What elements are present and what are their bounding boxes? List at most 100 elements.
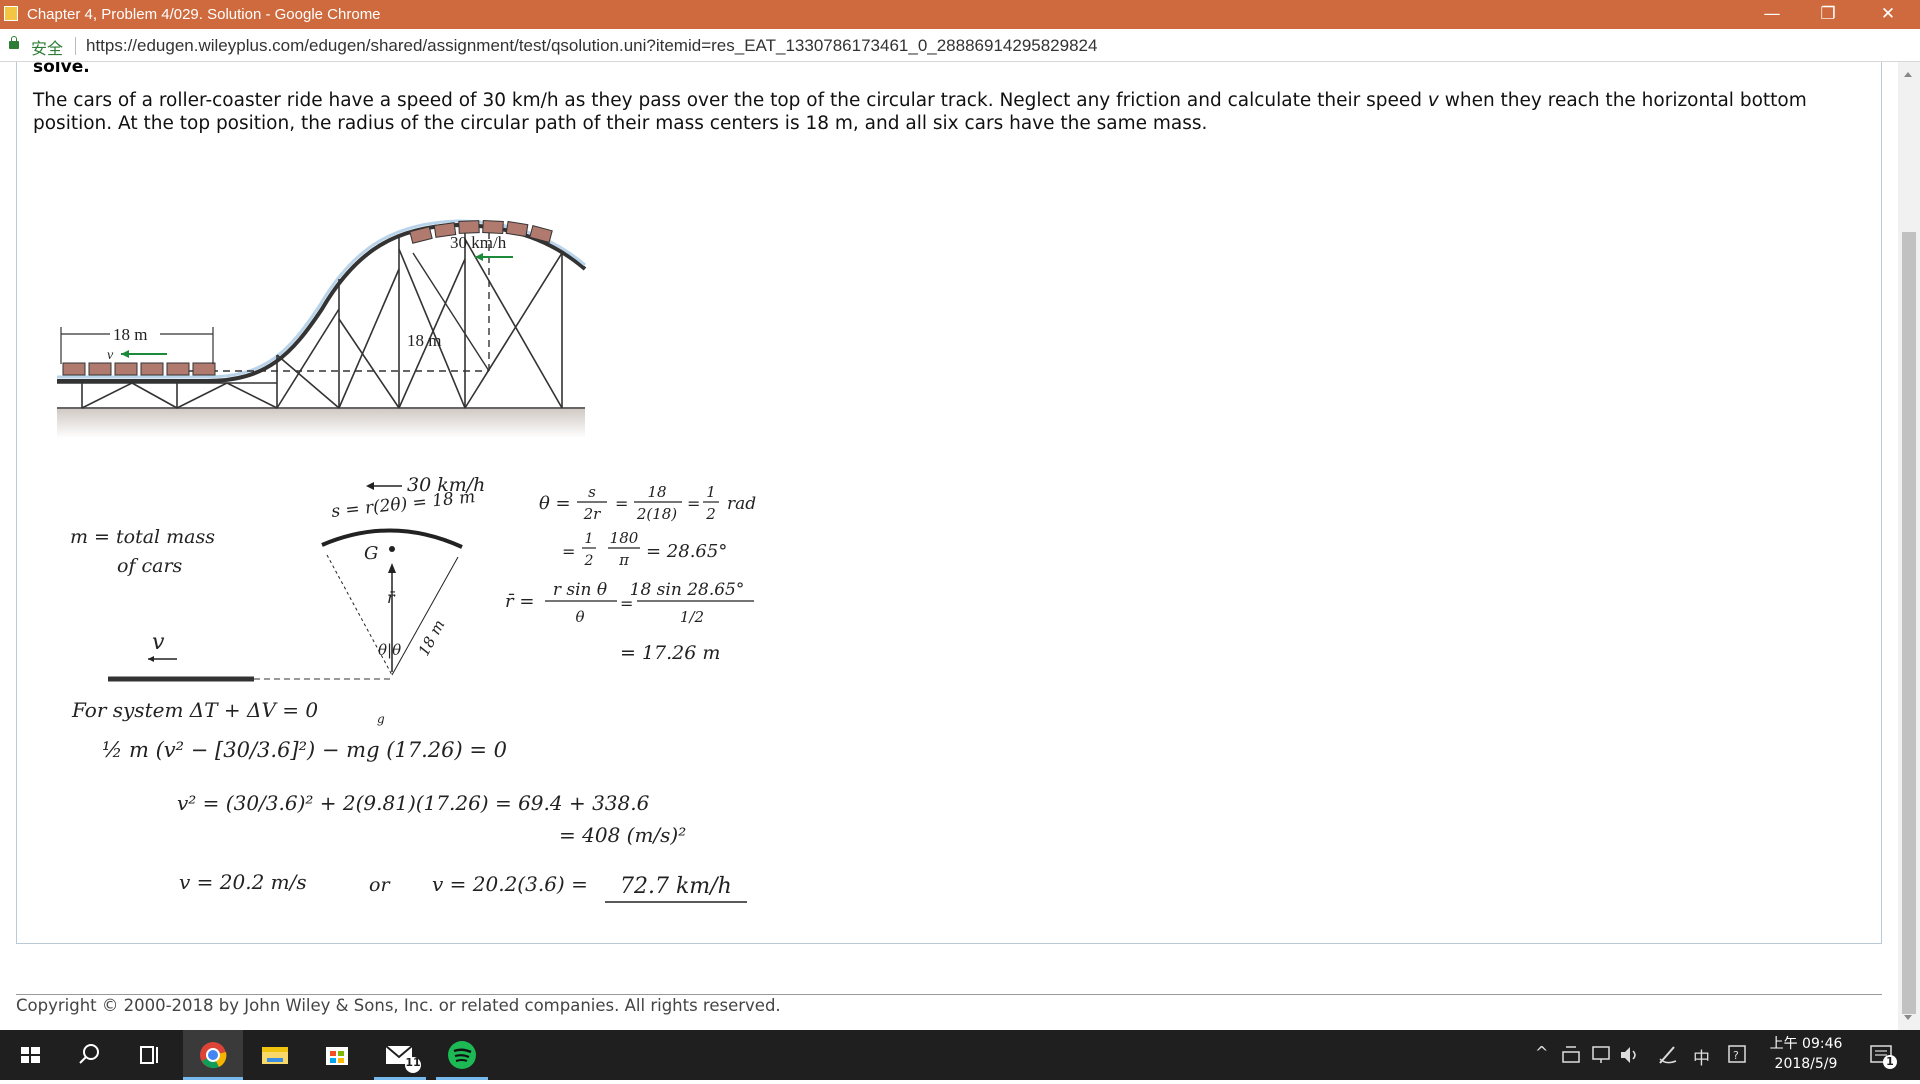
energy-equation: ½ m (v² − [30/3.6]²) − mg (17.26) = 0 [102, 738, 507, 762]
mass-definition-2: of cars [117, 555, 183, 577]
rbar2-num: 18 sin 28.65° [630, 580, 745, 600]
frac1-den: 2r [583, 505, 602, 523]
solution-panel: solve. The cars of a roller-coaster ride… [16, 62, 1882, 944]
problem-heading: solve. [33, 62, 90, 77]
scroll-up-icon[interactable] [1904, 72, 1912, 77]
rad-unit: rad [727, 494, 756, 514]
store-button[interactable] [307, 1030, 367, 1080]
store-icon [326, 1047, 348, 1065]
arc-length-eq: s = r(2θ) = 18 m [330, 487, 476, 522]
radius-label: 18 m [407, 331, 441, 350]
network-icon[interactable] [1560, 1043, 1584, 1067]
frac3-den: 2 [705, 505, 716, 523]
theta2-f1-num: 1 [585, 531, 594, 547]
keyboard-icon[interactable]: ? [1727, 1044, 1749, 1066]
problem-text-1: The cars of a roller-coaster ride have a… [33, 90, 1428, 111]
bottom-cars [62, 362, 216, 376]
speed-v-label: v [107, 348, 114, 363]
copyright-footer: Copyright © 2000-2018 by John Wiley & So… [16, 996, 781, 1015]
folder-icon [262, 1047, 288, 1064]
file-explorer-button[interactable] [245, 1030, 305, 1080]
final-answer: 72.7 km/h [620, 874, 732, 899]
clock-time: 上午 09:46 [1769, 1036, 1843, 1052]
vertical-scrollbar[interactable] [1898, 62, 1920, 1030]
side-radius-label: 18 m [415, 617, 449, 659]
arc [321, 528, 463, 549]
problem-statement: The cars of a roller-coaster ride have a… [33, 89, 1873, 135]
v-squared-equation: v² = (30/3.6)² + 2(9.81)(17.26) = 69.4 +… [177, 791, 650, 815]
theta-eq2: = [615, 494, 628, 513]
page-content: solve. The cars of a roller-coaster ride… [0, 62, 1898, 1030]
rbar-num: r sin θ [553, 580, 607, 600]
v-squared-result: = 408 (m/s)² [559, 823, 686, 847]
system-clock[interactable]: 上午 09:46 2018/5/9 [1756, 1034, 1856, 1074]
system-subscript: g [377, 712, 385, 726]
scroll-thumb[interactable] [1902, 232, 1916, 1014]
theta2-f1-den: 2 [584, 553, 594, 569]
page-icon [4, 6, 18, 21]
G-label: G [364, 543, 378, 564]
theta-eq3: = [687, 494, 700, 513]
mass-center-dot [389, 546, 395, 552]
theta-marks: θ|θ [378, 641, 401, 659]
task-view-button[interactable] [120, 1030, 180, 1080]
theta-result: = 28.65° [646, 541, 727, 562]
mail-badge: 11 [405, 1056, 421, 1069]
start-button[interactable] [0, 1030, 60, 1080]
search-button[interactable] [60, 1030, 120, 1080]
frac3-num: 1 [706, 483, 716, 501]
theta2-f2-num: 180 [610, 529, 639, 547]
volume-icon[interactable] [1618, 1043, 1642, 1067]
rbar-label: r̄ [387, 588, 396, 607]
mass-definition: m = total mass [70, 526, 215, 548]
frac1-num: s [588, 483, 596, 501]
spotify-button[interactable] [432, 1030, 492, 1080]
window-title: Chapter 4, Problem 4/029. Solution - Goo… [27, 6, 381, 23]
frac2-num: 18 [647, 483, 666, 501]
mail-icon [385, 1045, 421, 1073]
pen-icon[interactable] [1656, 1043, 1680, 1067]
v-kmh-prefix: v = 20.2(3.6) = [432, 872, 588, 896]
chevron-up-icon[interactable]: ^ [1535, 1043, 1548, 1062]
svg-text:?: ? [1733, 1049, 1739, 1062]
system-equation: For system ΔT + ΔV = 0 [71, 698, 318, 722]
rbar2-den: 1/2 [680, 608, 704, 626]
lock-icon [9, 36, 19, 49]
minimize-button[interactable]: — [1746, 0, 1798, 29]
url-text[interactable]: https://edugen.wileyplus.com/edugen/shar… [86, 36, 1097, 56]
search-icon [79, 1044, 99, 1064]
scroll-down-icon[interactable] [1904, 1015, 1912, 1020]
chrome-icon [200, 1042, 227, 1069]
roller-coaster-figure: 18 m v 18 m 30 km/h [57, 219, 587, 438]
restore-button[interactable]: ❐ [1802, 0, 1854, 29]
mail-button[interactable]: 11 [370, 1030, 430, 1080]
clock-date: 2018/5/9 [1774, 1056, 1838, 1072]
notification-badge: 1 [1886, 1055, 1894, 1068]
close-button[interactable]: ✕ [1862, 0, 1914, 29]
top-speed-label: 30 km/h [450, 233, 507, 252]
theta2-eq: = [562, 542, 575, 561]
spotify-icon [448, 1041, 476, 1069]
display-icon[interactable] [1590, 1043, 1614, 1067]
address-bar[interactable]: 安全 https://edugen.wileyplus.com/edugen/s… [0, 29, 1920, 62]
rbar-eq: r̄ = [505, 591, 534, 612]
windows-taskbar: 11 ^ 中 ? 上午 09:46 2018/5/9 1 [0, 1030, 1920, 1080]
v-symbol: v [152, 630, 165, 655]
window-titlebar: Chapter 4, Problem 4/029. Solution - Goo… [0, 0, 1920, 29]
task-view-icon [140, 1046, 158, 1064]
ime-indicator[interactable]: 中 [1693, 1044, 1710, 1069]
length-label: 18 m [113, 325, 147, 344]
secure-label: 安全 [31, 39, 64, 58]
or-label: or [369, 874, 391, 896]
frac2-den: 2(18) [636, 505, 677, 523]
handwritten-solution: m = total mass of cars v 30 km/h s = r(2… [70, 477, 756, 903]
v-ms-result: v = 20.2 m/s [179, 870, 307, 894]
problem-var-v: v [1427, 90, 1439, 111]
theta2-f2-den: π [618, 551, 630, 569]
right-radius [391, 556, 459, 676]
rbar-den: θ [575, 608, 584, 626]
windows-icon [21, 1047, 40, 1063]
theta-eq: θ = [539, 493, 571, 514]
divider [75, 37, 76, 55]
chrome-taskbar-button[interactable] [183, 1030, 243, 1080]
